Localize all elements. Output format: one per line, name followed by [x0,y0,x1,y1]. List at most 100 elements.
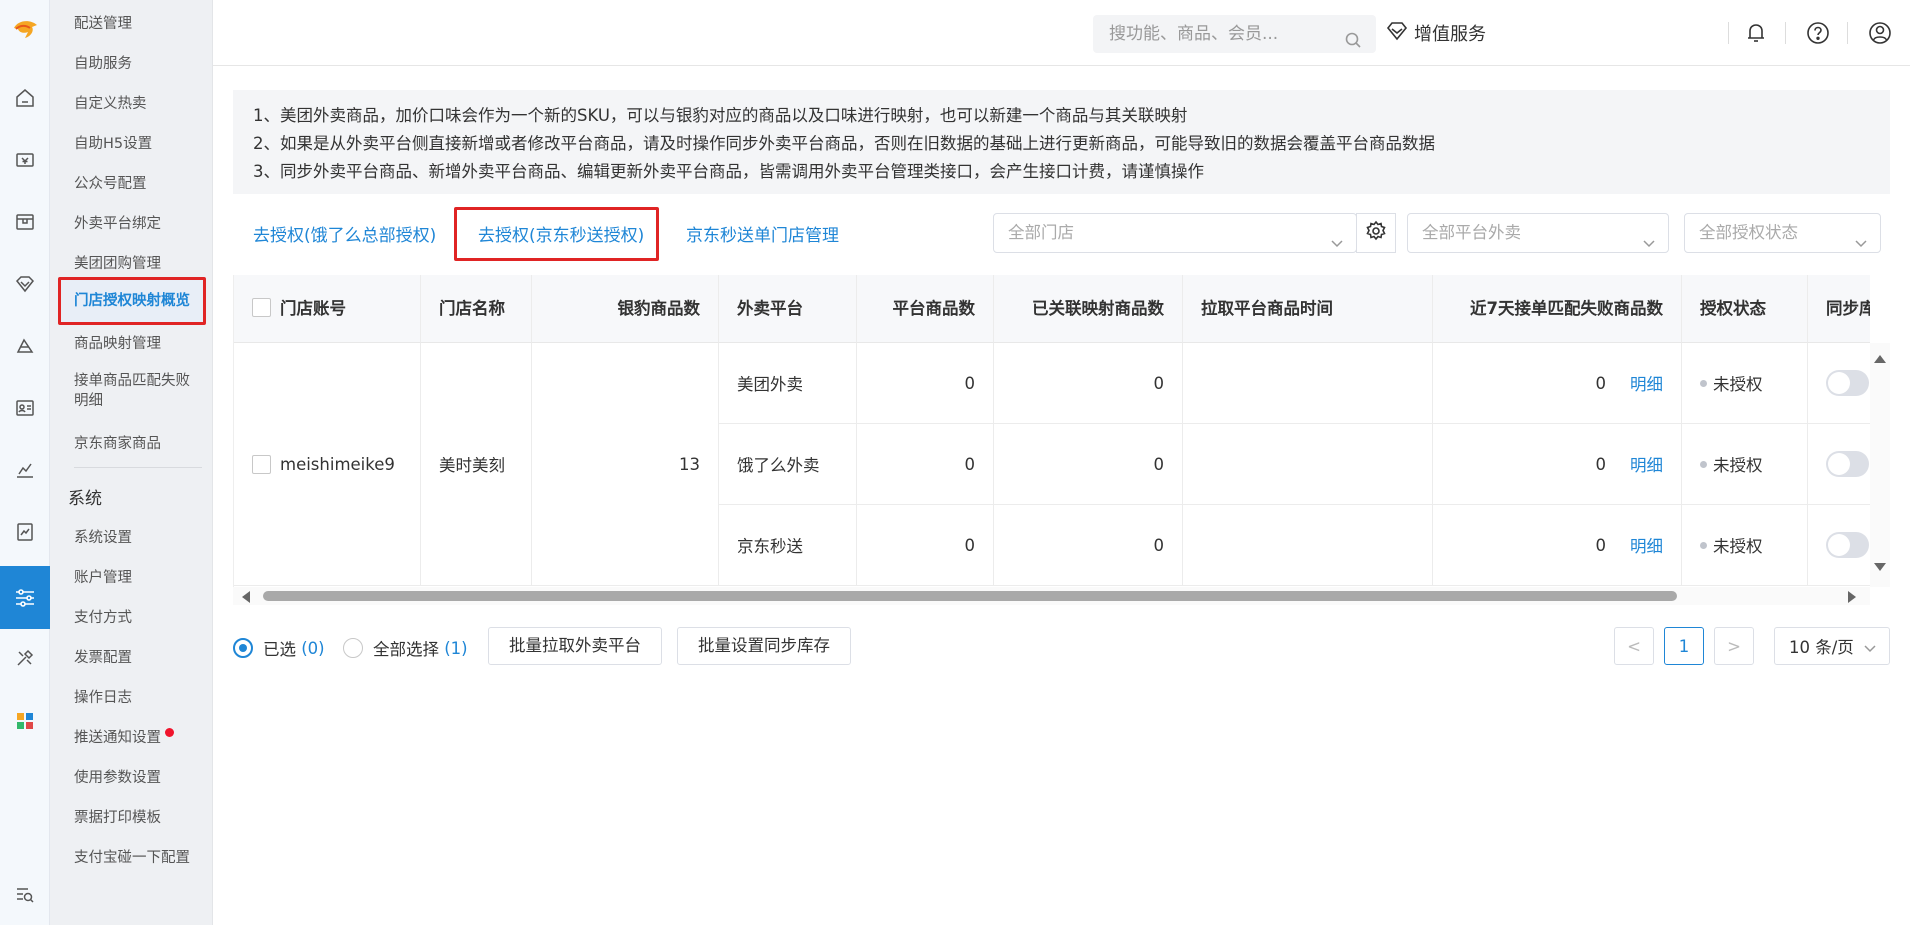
notice-line: 3、同步外卖平台商品、新增外卖平台商品、编辑更新外卖平台商品，皆需调用外卖平台管… [253,162,1204,181]
scroll-up-arrow-icon[interactable] [1874,355,1886,363]
app-root: 配送管理 自助服务 自定义热卖 自助H5设置 公众号配置 外卖平台绑定 美团团购… [0,0,1910,925]
fail-count: 0 [1595,454,1607,474]
sync-stock-toggle[interactable] [1826,370,1869,396]
menu-item-custom-hot[interactable]: 自定义热卖 [74,92,147,113]
table-horizontal-scrollbar[interactable] [233,587,1870,605]
selected-count: (0) [301,638,325,658]
store-auth-table: 门店账号 门店名称 银豹商品数 外卖平台 平台商品数 已关联映射商品数 拉取平台… [233,275,1870,587]
menu-item-receipt-template[interactable]: 票据打印模板 [74,806,161,827]
menu-item-match-failure-detail[interactable]: 接单商品匹配失败明细 [74,371,204,411]
row-checkbox[interactable] [252,454,271,474]
platform-filter-select[interactable]: 全部平台外卖 [1407,213,1669,253]
menu-item-system-settings[interactable]: 系统设置 [74,526,132,547]
scroll-right-arrow-icon[interactable] [1848,591,1856,603]
menu-item-alipay-tap[interactable]: 支付宝碰一下配置 [74,846,190,867]
table-vertical-scrollbar[interactable] [1870,343,1890,587]
jd-store-mgmt-link[interactable]: 京东秒送单门店管理 [686,221,839,246]
menu-item-payment[interactable]: 支付方式 [74,606,132,627]
product-box-icon[interactable] [12,209,38,235]
mapped-count-cell: 0 [994,505,1183,586]
status-dot [1700,379,1707,387]
pull-time-cell [1183,505,1433,586]
th-label: 门店账号 [280,299,346,318]
sync-stock-toggle[interactable] [1826,532,1869,558]
settings-sliders-icon[interactable] [0,566,50,629]
fail-count-cell: 0 明细 [1433,343,1682,424]
store-settings-button[interactable] [1356,213,1396,253]
marketing-icon[interactable] [12,333,38,359]
analysis-icon[interactable] [12,519,38,545]
th-platform: 外卖平台 [719,275,857,343]
menu-search-icon[interactable] [12,882,38,908]
auth-eleme-link[interactable]: 去授权(饿了么总部授权) [253,221,436,246]
radio-selected-icon [233,638,253,658]
platform-cell: 京东秒送 [719,505,857,586]
prev-page-button[interactable]: < [1614,627,1654,665]
next-page-button[interactable]: > [1714,627,1754,665]
scroll-down-arrow-icon[interactable] [1874,563,1886,571]
page-size-value: 10 条/页 [1789,638,1854,657]
menu-item-product-mapping[interactable]: 商品映射管理 [74,332,161,353]
top-header [213,0,1910,66]
scroll-thumb[interactable] [263,591,1677,601]
menu-item-jd-products[interactable]: 京东商家商品 [74,432,161,453]
th-sync-stock: 同步库存 [1808,275,1870,343]
auth-status: 未授权 [1713,375,1763,394]
select-all-radio[interactable]: 全部选择 (1) [343,636,468,660]
search-icon[interactable] [1344,25,1362,63]
detail-link[interactable]: 明细 [1630,533,1663,557]
batch-pull-button[interactable]: 批量拉取外卖平台 [488,627,662,665]
brand-logo-icon[interactable] [10,16,40,46]
auth-status: 未授权 [1713,537,1763,556]
menu-divider [74,467,202,468]
menu-item-self-service[interactable]: 自助服务 [74,52,132,73]
notification-dot [165,728,174,737]
cashier-icon[interactable] [12,147,38,173]
menu-item-account-mgmt[interactable]: 账户管理 [74,566,132,587]
scroll-left-arrow-icon[interactable] [242,591,250,603]
help-icon[interactable] [1805,20,1831,46]
detail-link[interactable]: 明细 [1630,452,1663,476]
menu-item-store-auth-overview[interactable]: 门店授权映射概览 [58,277,206,325]
apps-grid-icon[interactable] [12,708,38,734]
detail-link[interactable]: 明细 [1630,371,1663,395]
menu-item-meituan-groupbuy[interactable]: 美团团购管理 [74,252,161,273]
selected-radio[interactable]: 已选 (0) [233,636,325,660]
menu-item-official-account[interactable]: 公众号配置 [74,172,147,193]
th-store-account: 门店账号 [234,275,421,343]
tools-icon[interactable] [12,645,38,671]
auth-status-filter-select[interactable]: 全部授权状态 [1684,213,1881,253]
menu-item-delivery[interactable]: 配送管理 [74,12,132,33]
auth-status-cell: 未授权 [1682,343,1808,424]
sync-stock-toggle[interactable] [1826,451,1869,477]
menu-item-operation-log[interactable]: 操作日志 [74,686,132,707]
global-search-input[interactable]: 搜功能、商品、会员... [1093,15,1376,53]
store-filter-select[interactable]: 全部门店 [993,213,1357,253]
auth-jd-link[interactable]: 去授权(京东秒送授权) [478,221,644,246]
page-size-select[interactable]: 10 条/页 [1774,627,1890,665]
user-avatar-icon[interactable] [1867,20,1893,46]
menu-item-parameters[interactable]: 使用参数设置 [74,766,161,787]
menu-item-h5-settings[interactable]: 自助H5设置 [74,132,152,153]
auth-status-cell: 未授权 [1682,505,1808,586]
batch-sync-stock-button[interactable]: 批量设置同步库存 [677,627,851,665]
employee-card-icon[interactable] [12,395,38,421]
menu-item-platform-binding[interactable]: 外卖平台绑定 [74,212,161,233]
pull-time-cell [1183,343,1433,424]
bell-icon[interactable] [1743,20,1769,46]
value-added-service-button[interactable]: 增值服务 [1386,20,1486,46]
sync-stock-cell [1808,505,1870,586]
menu-item-push-notification[interactable]: 推送通知设置 [74,726,174,747]
page-1-button[interactable]: 1 [1664,627,1704,665]
th-auth-status: 授权状态 [1682,275,1808,343]
selected-label: 已选 [263,640,296,659]
store-account-cell: meishimeike9 [234,343,421,586]
select-all-checkbox[interactable] [252,298,271,317]
platform-filter-value: 全部平台外卖 [1422,223,1521,242]
member-diamond-icon[interactable] [12,271,38,297]
menu-item-invoice[interactable]: 发票配置 [74,646,132,667]
chevron-down-icon [1863,640,1877,659]
report-chart-icon[interactable] [12,457,38,483]
yinbao-count-cell: 13 [532,343,719,586]
home-icon[interactable] [12,85,38,111]
